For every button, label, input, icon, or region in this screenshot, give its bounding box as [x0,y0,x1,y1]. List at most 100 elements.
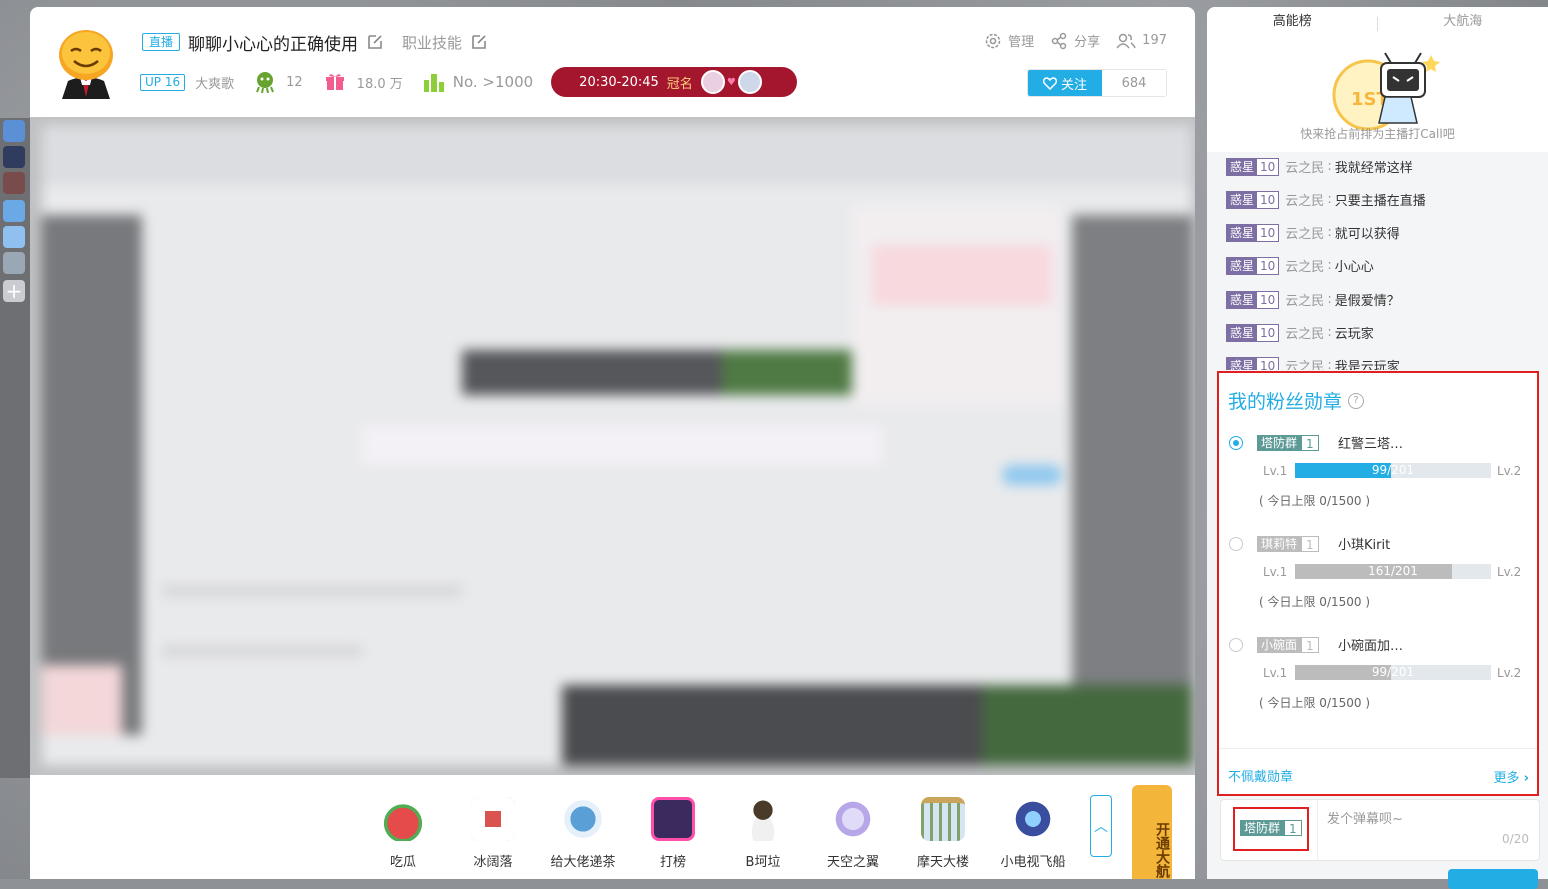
open-vip-button[interactable]: 开通大航 [1132,785,1172,879]
level-to: Lv.2 [1497,666,1521,680]
medal-level: 1 [1284,820,1302,836]
chat-username[interactable]: 云之民 [1285,223,1324,242]
no-wear-medal-link[interactable]: 不佩戴勋章 [1228,766,1293,785]
chat-message: 惑星10 云之民: 小心心 [1226,256,1374,275]
video-player[interactable] [30,117,1195,775]
follow-button[interactable]: 关注 [1028,70,1102,96]
intimacy-progress-bar: 99/201 [1295,665,1491,680]
manage-button[interactable]: 管理 [984,31,1034,50]
fan-medal-item[interactable]: 小碗面 1 小碗面加… Lv.1 99/201 Lv.2 ( 今日上限 0/15… [1227,630,1527,720]
intimacy-progress-bar: 99/201 [1295,463,1491,478]
gift-label: 小电视飞船 [993,851,1073,870]
medal-streamer-name: 小碗面加… [1338,635,1403,654]
sidebar-avatar-icon[interactable] [3,226,25,248]
medal-name: 惑星 [1227,358,1257,371]
sidebar-avatar-icon[interactable] [3,172,25,194]
streamer-name[interactable]: 大爽歌 [195,73,234,92]
gift-label: 天空之翼 [813,851,893,870]
more-link[interactable]: 更多 › [1493,767,1529,786]
medal-level: 1 [1301,435,1319,451]
follow-widget: 关注 684 [1027,69,1167,97]
room-title: 聊聊小心心的正确使用 [188,30,358,55]
gift-item[interactable]: B坷垃 [723,797,803,870]
streamer-avatar[interactable] [54,27,118,99]
level-from: Lv.1 [1263,464,1287,478]
viewer-count: 197 [1142,33,1167,48]
medal-name: 惑星 [1227,225,1257,241]
medal-name: 惑星 [1227,159,1257,175]
level-from: Lv.1 [1263,565,1287,579]
fan-medal[interactable]: 惑星10 [1226,224,1279,242]
gift-label: 给大佬递茶 [543,851,623,870]
room-rank[interactable]: No. >1000 [453,73,533,91]
fan-medal[interactable]: 惑星10 [1226,324,1279,342]
fan-medal[interactable]: 惑星10 [1226,291,1279,309]
tab-high-energy[interactable]: 高能榜 [1207,7,1378,37]
chat-text: 是假爱情？ [1335,290,1400,309]
fan-medal: 塔防群 1 [1240,820,1302,836]
chat-username[interactable]: 云之民 [1285,290,1324,309]
medal-radio[interactable] [1229,537,1243,551]
chat-username[interactable]: 云之民 [1285,256,1324,275]
gift-item[interactable]: 小电视飞船 [993,797,1073,870]
chat-message: 惑星10 云之民: 是假爱情？ [1226,290,1400,309]
expand-gifts-button[interactable]: ︿ [1090,795,1112,857]
rank-empty-text: 快来抢占前排为主播打Call吧 [1207,125,1548,142]
chat-message: 惑星10 云之民: 就可以获得 [1226,223,1400,242]
gift-icon [741,797,785,841]
medal-streamer-name: 红警三塔… [1338,433,1403,452]
gift-icon [651,797,695,841]
chat-username[interactable]: 云之民 [1285,323,1324,342]
send-button[interactable] [1448,869,1538,889]
fan-medal[interactable]: 惑星10 [1226,357,1279,371]
help-icon[interactable]: ? [1348,393,1364,409]
share-button[interactable]: 分享 [1050,31,1100,50]
chat-username[interactable]: 云之民 [1285,356,1324,370]
chat-username[interactable]: 云之民 [1285,157,1324,176]
danmaku-input[interactable]: 发个弹幕呗~ [1327,808,1403,827]
edit-icon[interactable] [366,33,384,51]
gift-item[interactable]: 冰阔落 [453,797,533,870]
gift-label: 吃瓜 [363,851,443,870]
fan-medal[interactable]: 惑星10 [1226,257,1279,275]
sidebar-avatar-icon[interactable] [3,120,25,142]
gift-icon [831,797,875,841]
rank-banner-time: 20:30-20:45 [579,75,659,90]
gift-item[interactable]: 摩天大楼 [903,797,983,870]
rank-banner[interactable]: 20:30-20:45 冠名 ♥ [551,67,797,97]
edit-icon[interactable] [470,33,488,51]
daily-limit: ( 今日上限 0/1500 ) [1259,492,1370,509]
medal-radio[interactable] [1229,638,1243,652]
fan-medal-title-row: 我的粉丝勋章 ? [1228,387,1364,414]
medal-level: 10 [1257,292,1278,308]
tab-guard[interactable]: 大航海 [1378,7,1548,37]
add-icon[interactable]: + [3,280,25,302]
char-counter: 0/20 [1502,832,1529,846]
room-area[interactable]: 职业技能 [402,32,462,53]
level-to: Lv.2 [1497,565,1521,579]
fan-medal[interactable]: 惑星10 [1226,191,1279,209]
sidebar-avatar-icon[interactable] [3,146,25,168]
gift-item[interactable]: 打榜 [633,797,713,870]
chat-username[interactable]: 云之民 [1285,190,1324,209]
sidebar-avatar-icon[interactable] [3,252,25,274]
fan-medal-item[interactable]: 琪莉特 1 小琪Kirit Lv.1 161/201 Lv.2 ( 今日上限 0… [1227,529,1527,619]
gear-icon [984,32,1002,50]
medal-radio[interactable] [1229,436,1243,450]
fan-medal[interactable]: 惑星10 [1226,158,1279,176]
progress-text: 161/201 [1295,564,1491,579]
level-to: Lv.2 [1497,464,1521,478]
fan-medal-popup: 我的粉丝勋章 ? 塔防群 1 红警三塔… Lv.1 99/201 Lv.2 ( … [1217,371,1539,796]
fan-medal-item[interactable]: 塔防群 1 红警三塔… Lv.1 99/201 Lv.2 ( 今日上限 0/15… [1227,428,1527,518]
current-medal-button[interactable]: 塔防群 1 [1233,807,1309,851]
chat-message: 惑星10 云之民: 我就经常这样 [1226,157,1413,176]
medal-name: 惑星 [1227,192,1257,208]
sidebar-avatar-icon[interactable] [3,200,25,222]
gift-item[interactable]: 吃瓜 [363,797,443,870]
level-from: Lv.1 [1263,666,1287,680]
medal-level: 1 [1301,536,1319,552]
gift-item[interactable]: 给大佬递茶 [543,797,623,870]
chat-text: 小心心 [1335,256,1374,275]
gift-item[interactable]: 天空之翼 [813,797,893,870]
medal-name: 塔防群 [1257,435,1301,451]
